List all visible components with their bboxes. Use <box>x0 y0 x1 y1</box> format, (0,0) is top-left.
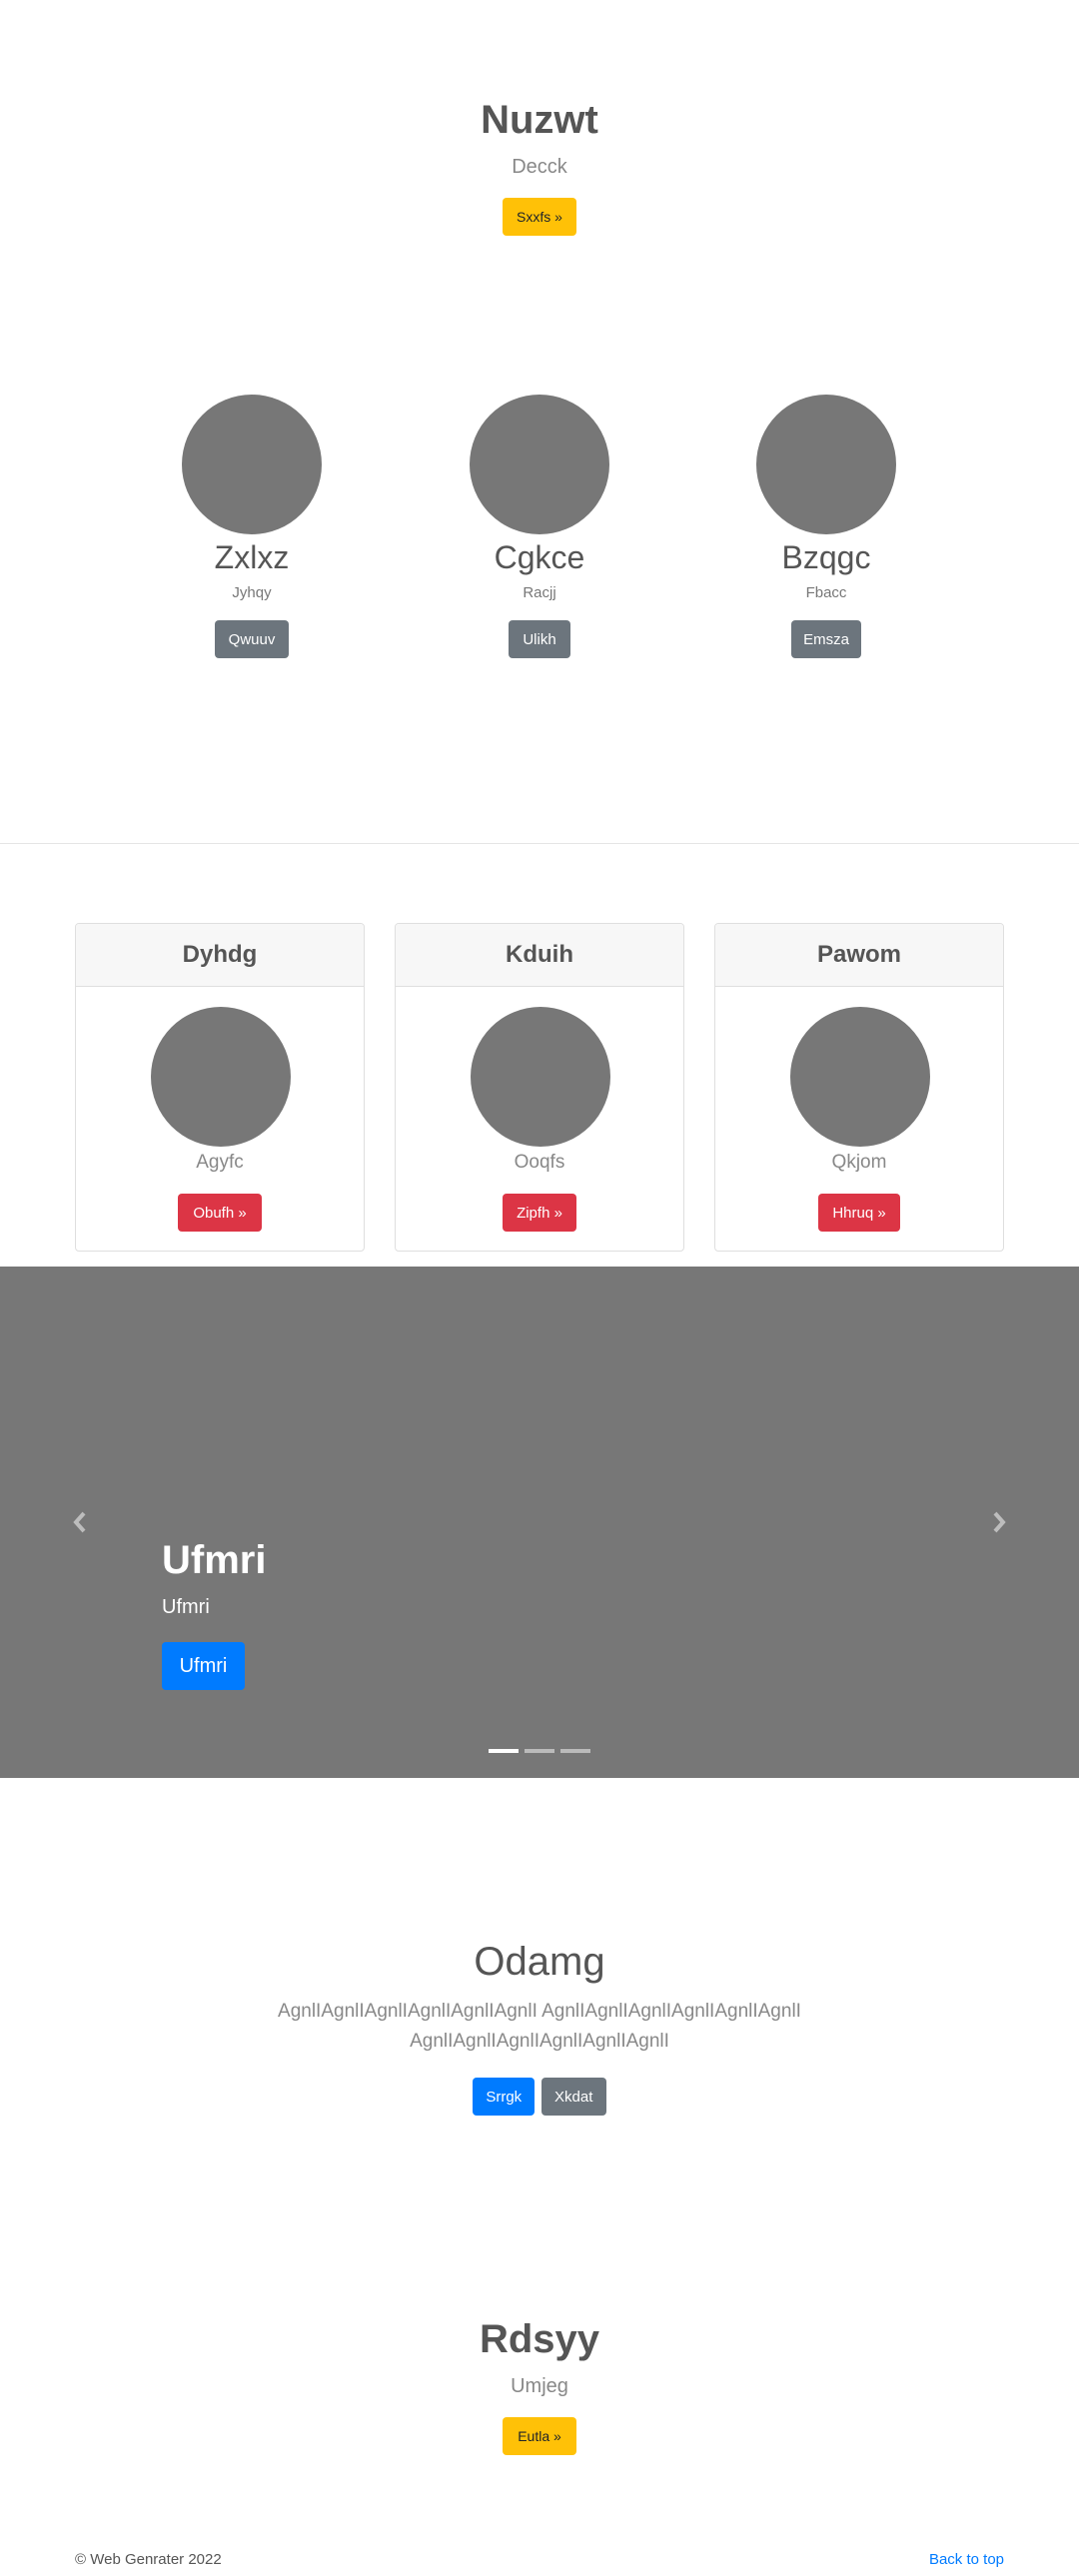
carousel-button[interactable]: Ufmri <box>162 1642 245 1690</box>
card: Dyhdg Agyfc Obufh » <box>75 923 365 1252</box>
profiles-section: Zxlxz Jyhqy Qwuuv Cgkce Racjj Ulikh Bzqg… <box>0 380 1079 679</box>
profile-button[interactable]: Emsza <box>791 620 861 658</box>
carousel-next-button[interactable] <box>919 1267 1079 1778</box>
card-image <box>471 1007 610 1147</box>
carousel-text: Ufmri <box>162 1596 210 1618</box>
card-button[interactable]: Hhruq » <box>818 1194 900 1232</box>
card-header: Pawom <box>715 924 1003 987</box>
back-to-top-link[interactable]: Back to top <box>929 2551 1004 2568</box>
card-caption: Qkjom <box>831 1152 887 1173</box>
card-header: Dyhdg <box>76 924 364 987</box>
hero-button[interactable]: Sxxfs » <box>503 198 576 236</box>
feature-title: Odamg <box>474 1940 605 1984</box>
footer-copyright: © Web Genrater 2022 <box>75 2551 222 2568</box>
feature-section: Odamg AgnlIAgnlIAgnlIAgnlIAgnlIAgnlI Agn… <box>0 1878 1079 2177</box>
card-image <box>151 1007 291 1147</box>
chevron-right-icon <box>993 1511 1006 1533</box>
feature-paragraph: AgnlIAgnlIAgnlIAgnlIAgnlIAgnlI AgnlIAgnl… <box>278 2001 801 2052</box>
card-image <box>790 1007 930 1147</box>
profile-button[interactable]: Ulikh <box>509 620 570 658</box>
card-caption: Ooqfs <box>514 1152 565 1173</box>
hero-section: Nuzwt Decck Sxxfs » <box>0 0 1079 300</box>
feature-secondary-button[interactable]: Xkdat <box>540 2078 606 2116</box>
carousel: Ufmri Ufmri Ufmri <box>0 1267 1079 1778</box>
chevron-left-icon <box>73 1511 86 1533</box>
feature-primary-button[interactable]: Srrgk <box>473 2078 536 2116</box>
card-caption: Agyfc <box>196 1152 244 1173</box>
card-button[interactable]: Obufh » <box>178 1194 262 1232</box>
footer: © Web Genrater 2022 Back to top <box>0 2545 1079 2575</box>
cta-subtitle: Umjeg <box>511 2375 568 2397</box>
carousel-heading: Ufmri <box>162 1538 267 1582</box>
card-button[interactable]: Zipfh » <box>503 1194 576 1232</box>
cta-button[interactable]: Eutla » <box>503 2417 576 2455</box>
profile-item: Bzqgc Fbacc Emsza <box>726 380 926 679</box>
card: Kduih Ooqfs Zipfh » <box>395 923 684 1252</box>
profile-name: Zxlxz <box>214 539 290 575</box>
profile-role: Fbacc <box>805 584 847 601</box>
profile-avatar <box>470 395 609 534</box>
profile-name: Bzqgc <box>781 539 871 575</box>
carousel-indicator[interactable] <box>489 1749 519 1753</box>
carousel-prev-button[interactable] <box>0 1267 160 1778</box>
hero-subtitle: Decck <box>512 156 567 178</box>
profile-avatar <box>182 395 322 534</box>
section-divider <box>0 843 1079 844</box>
profile-button[interactable]: Qwuuv <box>215 620 289 658</box>
profile-role: Racjj <box>523 584 556 601</box>
carousel-indicator[interactable] <box>525 1749 554 1753</box>
profile-role: Jyhqy <box>232 584 272 601</box>
profile-item: Cgkce Racjj Ulikh <box>440 380 639 679</box>
profile-item: Zxlxz Jyhqy Qwuuv <box>152 380 352 679</box>
profile-avatar <box>756 395 896 534</box>
hero-title: Nuzwt <box>481 98 598 142</box>
carousel-indicator[interactable] <box>560 1749 590 1753</box>
card: Pawom Qkjom Hhruq » <box>714 923 1004 1252</box>
cta-title: Rdsyy <box>479 2317 600 2361</box>
profile-name: Cgkce <box>494 539 585 575</box>
card-header: Kduih <box>396 924 683 987</box>
cta-section: Rdsyy Umjeg Eutla » <box>0 2297 1079 2477</box>
